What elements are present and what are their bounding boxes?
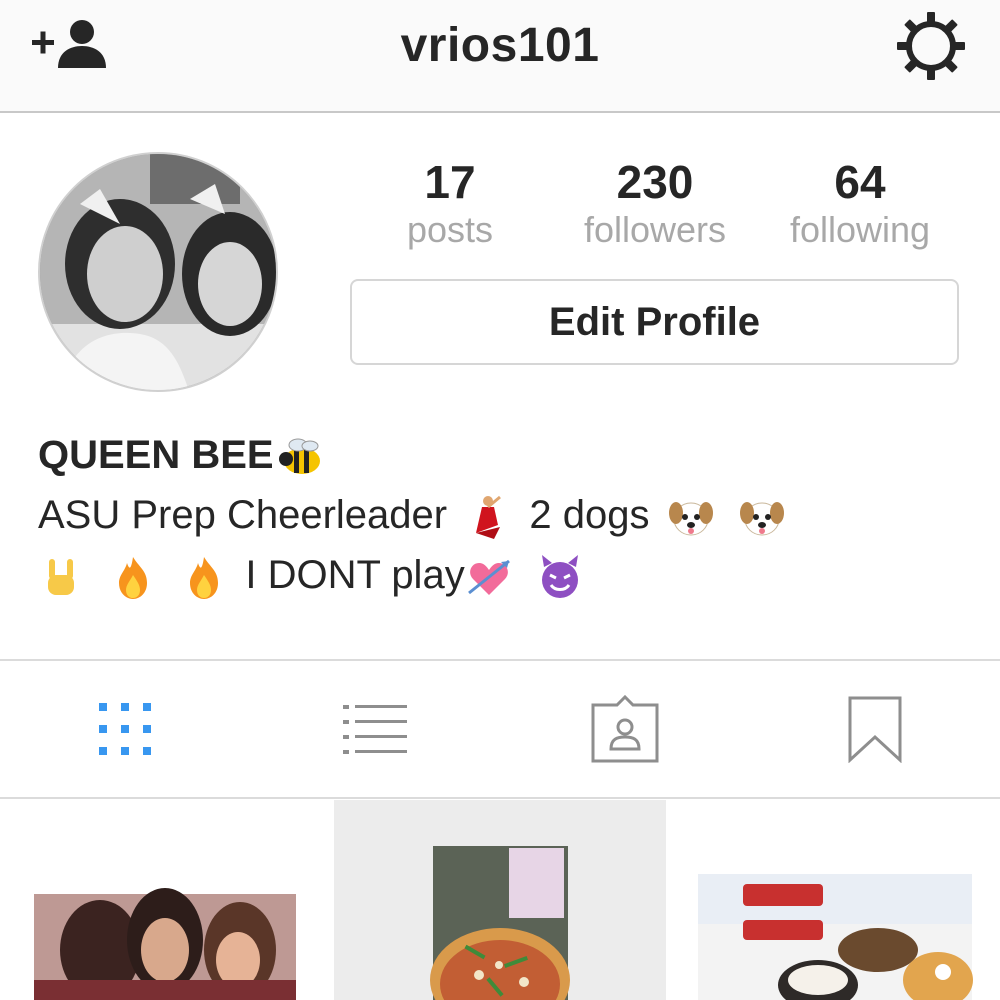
posts-count[interactable]: 17 posts xyxy=(350,155,550,251)
tab-grid-view[interactable] xyxy=(0,661,250,797)
grid-post[interactable] xyxy=(334,800,666,1000)
post-thumbnail-donuts xyxy=(698,874,973,1000)
bio-line-2: I DONT play xyxy=(38,545,968,605)
dancer-emoji-icon xyxy=(476,496,502,540)
posts-value: 17 xyxy=(424,156,476,208)
fire-emoji-icon xyxy=(119,557,148,600)
profile-avatar[interactable] xyxy=(38,152,278,392)
post-grid xyxy=(0,800,1000,1000)
gear-icon[interactable] xyxy=(895,10,967,82)
posts-label: posts xyxy=(406,209,494,250)
bio-line-1: ASU Prep Cheerleader 2 dogs xyxy=(38,485,968,545)
profile-display-name-row: QUEEN BEE xyxy=(38,425,968,485)
dog-face-emoji-icon xyxy=(739,502,784,536)
tab-tagged-photos[interactable] xyxy=(500,661,750,797)
list-view-icon xyxy=(343,705,407,754)
followers-count[interactable]: 230 followers xyxy=(555,155,755,251)
grid-view-icon xyxy=(99,703,151,755)
post-thumbnail-pizza xyxy=(430,846,570,1000)
profile-username: vrios101 xyxy=(400,19,600,72)
top-navigation-bar: vrios101 xyxy=(0,0,1000,113)
heart-with-arrow-emoji-icon xyxy=(467,560,510,596)
profile-bio: QUEEN BEE ASU Prep Cheerleader 2 dogs I … xyxy=(38,425,968,605)
following-count[interactable]: 64 following xyxy=(760,155,960,251)
post-thumbnail-friends xyxy=(34,888,296,1000)
rock-on-hand-emoji-icon xyxy=(48,559,74,596)
bio-text-dont-play: I DONT play xyxy=(245,553,465,597)
edit-profile-button[interactable]: Edit Profile xyxy=(350,279,959,365)
followers-value: 230 xyxy=(616,156,694,208)
smiling-devil-emoji-icon xyxy=(541,555,578,599)
grid-post[interactable] xyxy=(668,800,1000,1000)
followers-label: followers xyxy=(583,209,727,250)
profile-display-name: QUEEN BEE xyxy=(38,433,274,477)
grid-post[interactable] xyxy=(0,800,332,1000)
saved-bookmark-icon xyxy=(848,696,902,763)
profile-view-tabs xyxy=(0,659,1000,799)
dog-face-emoji-icon xyxy=(668,502,713,536)
tagged-photos-icon xyxy=(591,695,659,763)
tab-list-view[interactable] xyxy=(250,661,500,797)
following-value: 64 xyxy=(834,156,886,208)
bio-text-dogs: 2 dogs xyxy=(529,493,650,537)
tab-saved[interactable] xyxy=(750,661,1000,797)
fire-emoji-icon xyxy=(190,557,219,600)
profile-stats: 17 posts 230 followers 64 following xyxy=(350,155,960,255)
bio-text-cheerleader: ASU Prep Cheerleader xyxy=(38,493,448,537)
avatar-photo xyxy=(40,154,276,390)
following-label: following xyxy=(789,209,931,250)
bee-emoji-icon xyxy=(278,438,320,475)
